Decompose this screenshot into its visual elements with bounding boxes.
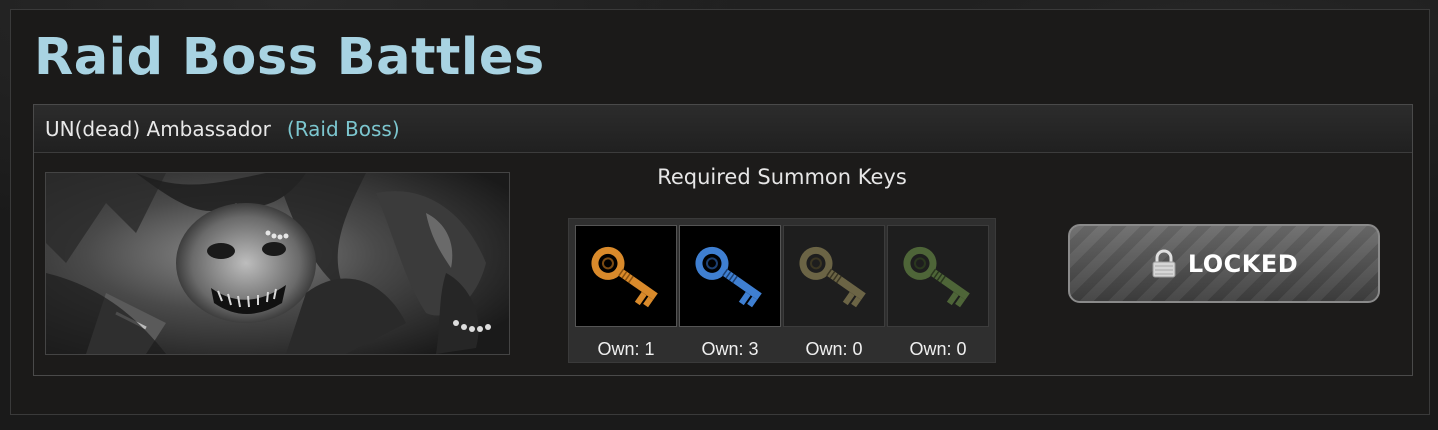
blue-key-icon [695, 246, 762, 308]
green-key-icon [903, 246, 970, 308]
summon-keys-box: Own: 1 Own: 3 Own: 0 Own: 0 [568, 218, 996, 363]
key-own-count: Own: 3 [701, 339, 759, 359]
boss-type-label: (Raid Boss) [286, 116, 400, 141]
key-own-count: Own: 1 [597, 339, 655, 359]
raid-card: UN(dead) Ambassador (Raid Boss) Required… [33, 104, 1413, 376]
boss-portrait-image [45, 172, 510, 355]
key-own-count: Own: 0 [805, 339, 863, 359]
key-slot-blue [679, 225, 781, 327]
raid-boss-panel: Raid Boss Battles UN(dead) Ambassador (R… [10, 9, 1430, 415]
key-slot-bronze [783, 225, 885, 327]
key-slot-gold [575, 225, 677, 327]
required-keys-title: Required Summon Keys [657, 165, 907, 189]
raid-card-header: UN(dead) Ambassador (Raid Boss) [34, 105, 1412, 153]
key-own-count: Own: 0 [909, 339, 967, 359]
locked-button[interactable]: LOCKED [1068, 224, 1380, 303]
page-title: Raid Boss Battles [34, 28, 545, 87]
boss-name: UN(dead) Ambassador [45, 116, 271, 141]
padlock-icon [1150, 249, 1178, 279]
key-slot-green [887, 225, 989, 327]
gold-key-icon [591, 246, 658, 308]
locked-button-label: LOCKED [1187, 249, 1299, 278]
bronze-key-icon [799, 246, 866, 308]
